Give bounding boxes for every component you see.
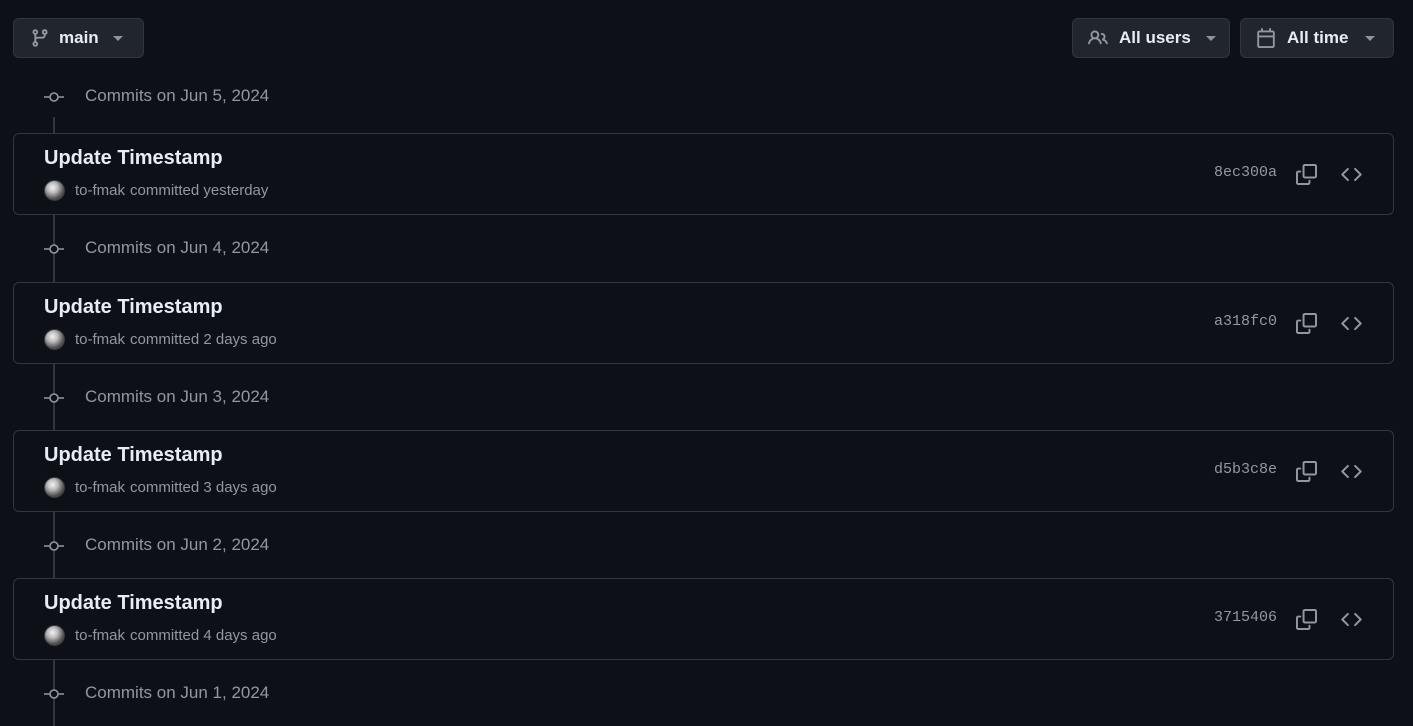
branch-selector-button[interactable]: main	[13, 18, 144, 58]
users-filter-label: All users	[1119, 28, 1191, 47]
commit-sha-link[interactable]: 8ec300a	[1214, 164, 1277, 181]
commit-time: committed 2 days ago	[130, 331, 277, 348]
commit-row: Update Timestamp to-fmak committed yeste…	[13, 133, 1394, 215]
browse-repository-button[interactable]	[1339, 607, 1363, 631]
commit-title-link[interactable]: Update Timestamp	[44, 592, 223, 615]
commit-sha-link[interactable]: 3715406	[1214, 609, 1277, 626]
commit-title-link[interactable]: Update Timestamp	[44, 444, 223, 467]
timeline-line	[53, 117, 55, 134]
git-commit-icon	[44, 92, 64, 102]
commit-row: Update Timestamp to-fmak committed 3 day…	[13, 430, 1394, 512]
commit-sha-link[interactable]: d5b3c8e	[1214, 461, 1277, 478]
commit-sha-link[interactable]: a318fc0	[1214, 313, 1277, 330]
commit-date-group: Commits on Jun 2, 2024	[44, 533, 269, 557]
copy-icon	[1295, 163, 1317, 185]
copy-sha-button[interactable]	[1294, 607, 1318, 631]
avatar[interactable]	[44, 625, 65, 646]
browse-repository-button[interactable]	[1339, 162, 1363, 186]
commit-author-link[interactable]: to-fmak	[75, 627, 125, 644]
browse-repository-button[interactable]	[1339, 311, 1363, 335]
commit-author-link[interactable]: to-fmak	[75, 479, 125, 496]
commit-meta: to-fmak committed 3 days ago	[44, 477, 277, 498]
commit-row: Update Timestamp to-fmak committed 4 day…	[13, 578, 1394, 660]
code-icon	[1340, 316, 1362, 330]
copy-sha-button[interactable]	[1294, 459, 1318, 483]
users-filter-button[interactable]: All users	[1072, 18, 1230, 58]
commit-time: committed yesterday	[130, 182, 269, 199]
commit-author-link[interactable]: to-fmak	[75, 331, 125, 348]
commit-date-group: Commits on Jun 4, 2024	[44, 236, 269, 260]
chevron-down-icon	[1365, 35, 1376, 41]
commit-author-link[interactable]: to-fmak	[75, 182, 125, 199]
git-commit-icon	[44, 541, 64, 551]
branch-label: main	[59, 28, 99, 47]
people-icon	[1088, 28, 1108, 48]
commit-date-label: Commits on Jun 3, 2024	[85, 387, 270, 406]
git-commit-icon	[44, 689, 64, 699]
commit-meta: to-fmak committed 2 days ago	[44, 329, 277, 350]
commit-date-group: Commits on Jun 3, 2024	[44, 385, 269, 409]
git-branch-icon	[30, 28, 50, 48]
time-filter-button[interactable]: All time	[1240, 18, 1394, 58]
copy-sha-button[interactable]	[1294, 162, 1318, 186]
copy-icon	[1295, 608, 1317, 630]
copy-sha-button[interactable]	[1294, 311, 1318, 335]
commit-time: committed 4 days ago	[130, 627, 277, 644]
time-filter-label: All time	[1287, 28, 1349, 47]
browse-repository-button[interactable]	[1339, 459, 1363, 483]
avatar[interactable]	[44, 477, 65, 498]
chevron-down-icon	[1205, 35, 1216, 41]
avatar[interactable]	[44, 180, 65, 201]
commit-date-group: Commits on Jun 5, 2024	[44, 84, 269, 108]
commit-time: committed 3 days ago	[130, 479, 277, 496]
commit-date-label: Commits on Jun 1, 2024	[85, 683, 270, 702]
git-commit-icon	[44, 393, 64, 403]
commit-date-label: Commits on Jun 2, 2024	[85, 535, 270, 554]
avatar[interactable]	[44, 329, 65, 350]
commit-title-link[interactable]: Update Timestamp	[44, 296, 223, 319]
commit-date-label: Commits on Jun 4, 2024	[85, 238, 270, 257]
commit-date-label: Commits on Jun 5, 2024	[85, 86, 270, 105]
commit-title-link[interactable]: Update Timestamp	[44, 147, 223, 170]
commit-row: Update Timestamp to-fmak committed 2 day…	[13, 282, 1394, 364]
code-icon	[1340, 464, 1362, 478]
git-commit-icon	[44, 244, 64, 254]
copy-icon	[1295, 312, 1317, 334]
commit-date-group: Commits on Jun 1, 2024	[44, 681, 269, 705]
commit-meta: to-fmak committed yesterday	[44, 180, 268, 201]
commit-meta: to-fmak committed 4 days ago	[44, 625, 277, 646]
code-icon	[1340, 167, 1362, 181]
calendar-icon	[1256, 28, 1276, 48]
code-icon	[1340, 612, 1362, 626]
chevron-down-icon	[112, 35, 123, 41]
copy-icon	[1295, 460, 1317, 482]
